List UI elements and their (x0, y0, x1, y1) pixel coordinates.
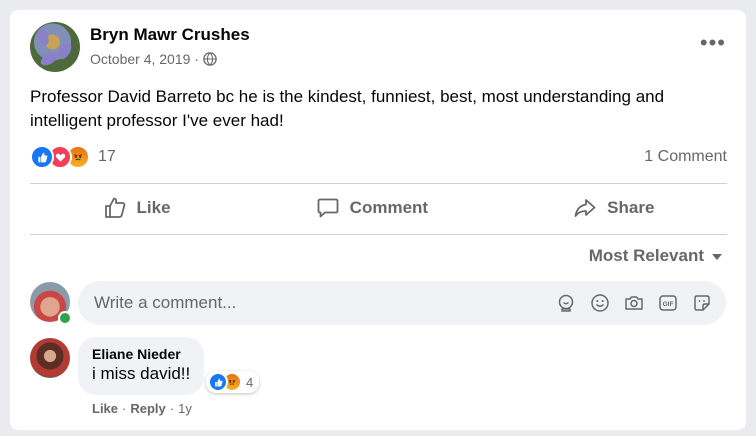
reactions-button[interactable]: 17 (30, 145, 116, 169)
gif-icon[interactable]: GIF (658, 293, 678, 313)
comment-composer[interactable]: GIF (78, 281, 726, 325)
online-status-icon (58, 311, 72, 325)
comment-button[interactable]: Comment (316, 196, 428, 220)
reaction-count[interactable]: 17 (98, 148, 116, 166)
comment-bubble: Eliane Nieder i miss david!! (78, 337, 205, 395)
post-date[interactable]: October 4, 2019 (90, 51, 190, 67)
post-text: Professor David Barreto bc he is the kin… (30, 87, 665, 130)
comment-icon (317, 198, 339, 218)
post-actions: Like Comment Share (30, 186, 727, 230)
globe-icon[interactable] (203, 52, 217, 66)
like-button[interactable]: Like (103, 196, 171, 220)
more-options-icon[interactable]: ••• (700, 32, 726, 54)
comment-sort-label: Most Relevant (588, 246, 704, 265)
page-name[interactable]: Bryn Mawr Crushes (90, 25, 250, 45)
comment-reply-button[interactable]: Reply (130, 401, 165, 416)
like-label: Like (136, 198, 171, 217)
svg-text:GIF: GIF (663, 301, 674, 308)
share-label: Share (607, 198, 655, 217)
composer-icons: GIF (556, 293, 712, 313)
share-button[interactable]: Share (573, 196, 654, 220)
comment-like-button[interactable]: Like (92, 401, 118, 416)
like-icon (30, 145, 54, 169)
divider (30, 183, 727, 184)
meta-separator: · (194, 51, 200, 67)
thumbs-up-icon (104, 197, 125, 218)
reactions-summary: 17 1 Comment (30, 145, 727, 169)
post-meta: October 4, 2019 · (90, 51, 217, 67)
like-icon (208, 372, 228, 392)
comment-text: i miss david!! (92, 364, 191, 383)
commenter-name[interactable]: Eliane Nieder (92, 345, 190, 363)
comment-actions: Like · Reply · 1y (92, 401, 192, 416)
comment-sort-dropdown[interactable]: Most Relevant (589, 246, 722, 266)
commenter-avatar[interactable] (30, 338, 70, 378)
comment-label: Comment (349, 198, 429, 217)
post-card: Bryn Mawr Crushes October 4, 2019 · ••• … (10, 10, 746, 430)
separator: · (169, 401, 175, 416)
emoji-icon[interactable] (590, 293, 610, 313)
comment-reaction-count: 4 (246, 374, 254, 390)
comment-age[interactable]: 1y (178, 401, 192, 416)
sticker-icon[interactable] (692, 293, 712, 313)
camera-icon[interactable] (624, 293, 644, 313)
avatar-sticker-icon[interactable] (556, 293, 576, 313)
divider (30, 234, 727, 235)
caret-down-icon (712, 254, 722, 260)
comment-input[interactable] (92, 292, 536, 314)
separator: · (122, 401, 127, 416)
comment-count[interactable]: 1 Comment (644, 148, 727, 166)
comment-reactions[interactable]: 4 (206, 371, 260, 393)
page-avatar[interactable] (30, 22, 80, 72)
share-icon (574, 199, 596, 217)
